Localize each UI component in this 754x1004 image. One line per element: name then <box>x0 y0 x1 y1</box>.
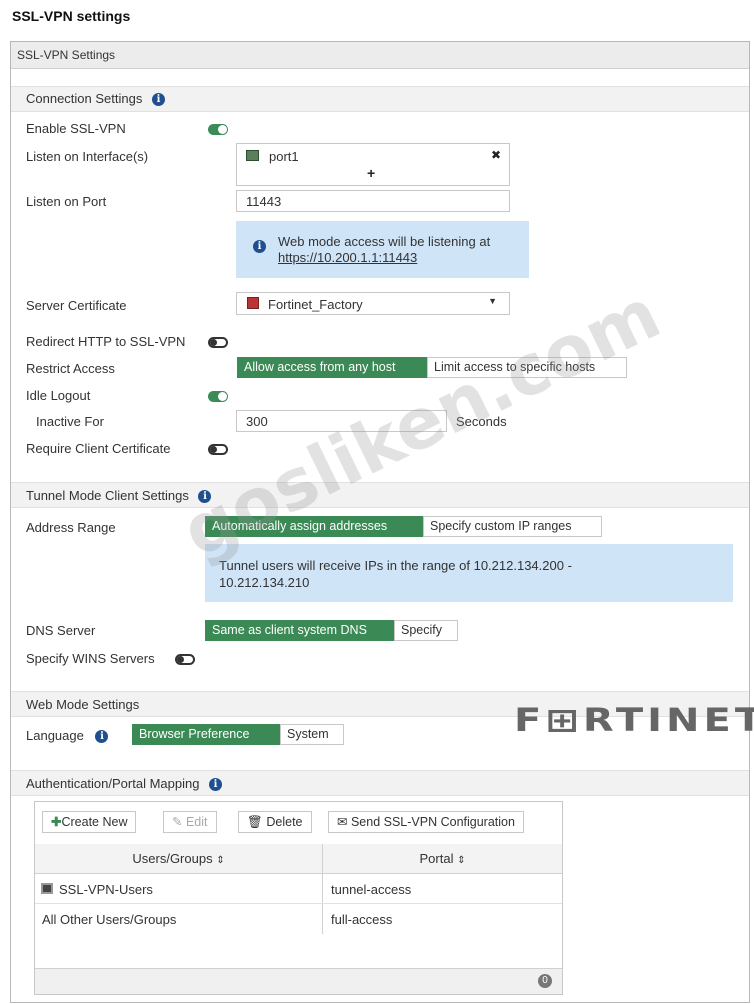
table-row[interactable]: All Other Users/Groups full-access <box>35 904 562 934</box>
edit-button[interactable]: ✎ Edit <box>163 811 217 833</box>
idle-logout-label: Idle Logout <box>26 388 91 403</box>
info-icon: i <box>253 240 266 253</box>
tunnel-section-title: Tunnel Mode Client Settings i <box>26 488 212 504</box>
add-interface-icon[interactable]: + <box>367 165 375 181</box>
server-certificate-label: Server Certificate <box>26 298 127 313</box>
redirect-http-label: Redirect HTTP to SSL-VPN <box>26 334 186 349</box>
wins-servers-toggle[interactable] <box>175 654 195 665</box>
range-info-line1: Tunnel users will receive IPs in the ran… <box>219 558 572 573</box>
row-portal: full-access <box>331 912 393 927</box>
certificate-icon <box>247 297 259 309</box>
web-mode-section-title: Web Mode Settings <box>26 697 140 712</box>
panel-title: SSL-VPN Settings <box>17 48 116 62</box>
col-portal-header[interactable]: Portal ⇕ <box>323 844 562 873</box>
sort-icon: ⇕ <box>457 855 466 866</box>
inactive-for-label: Inactive For <box>36 414 104 429</box>
restrict-access-toggle-group: Allow access from any host Limit access … <box>237 357 627 378</box>
delete-button[interactable]: 🗑 Delete <box>238 811 312 833</box>
auth-section-title: Authentication/Portal Mapping i <box>26 776 223 792</box>
range-info-line2: 10.212.134.210 <box>219 575 310 590</box>
interface-select[interactable]: port1 ✖ + <box>236 143 510 186</box>
wins-servers-label: Specify WINS Servers <box>26 651 155 666</box>
info-icon[interactable]: i <box>151 93 165 107</box>
web-mode-info-box: i Web mode access will be listening at h… <box>236 221 529 278</box>
address-range-info-box: Tunnel users will receive IPs in the ran… <box>205 544 733 602</box>
send-config-button[interactable]: ✉ Send SSL-VPN Configuration <box>328 811 524 833</box>
row-users: SSL-VPN-Users <box>59 882 153 897</box>
dns-server-toggle-group: Same as client system DNS Specify <box>205 620 458 641</box>
dns-server-label: DNS Server <box>26 623 96 638</box>
table-header: Users/Groups ⇕ Portal ⇕ <box>35 844 562 874</box>
system-language-option[interactable]: System <box>280 724 344 745</box>
idle-logout-toggle[interactable] <box>208 391 228 402</box>
page-title: SSL-VPN settings <box>12 8 131 24</box>
address-range-label: Address Range <box>26 520 116 535</box>
same-as-client-dns-option[interactable]: Same as client system DNS <box>205 620 394 641</box>
sort-icon: ⇕ <box>216 855 225 866</box>
info-icon[interactable]: i <box>198 490 212 504</box>
user-group-icon <box>41 883 53 894</box>
remove-interface-icon[interactable]: ✖ <box>491 148 501 162</box>
server-certificate-value: Fortinet_Factory <box>268 297 363 312</box>
web-mode-info-text: Web mode access will be listening at <box>278 234 491 249</box>
row-count-badge: 0 <box>538 974 552 988</box>
info-icon[interactable]: i <box>209 778 223 792</box>
enable-ssl-vpn-label: Enable SSL-VPN <box>26 121 126 136</box>
connection-section-title: Connection Settings i <box>26 91 165 107</box>
inactive-for-input[interactable]: 300 <box>236 410 447 432</box>
specify-dns-option[interactable]: Specify <box>394 620 458 641</box>
chevron-down-icon: ▼ <box>488 296 497 306</box>
inactive-for-value: 300 <box>246 414 268 429</box>
fortinet-logo: F⊞RTINET <box>514 702 754 739</box>
envelope-icon: ✉ <box>337 815 348 829</box>
pencil-icon: ✎ <box>172 815 183 829</box>
inactive-unit-label: Seconds <box>456 414 507 429</box>
listen-port-input[interactable]: 11443 <box>236 190 510 212</box>
allow-any-host-option[interactable]: Allow access from any host <box>237 357 427 378</box>
language-label: Language i <box>26 728 109 744</box>
web-mode-url-link[interactable]: https://10.200.1.1:11443 <box>278 250 417 265</box>
trash-icon: 🗑 <box>247 815 263 829</box>
listen-port-label: Listen on Port <box>26 194 107 209</box>
listen-interface-label: Listen on Interface(s) <box>26 149 149 164</box>
language-toggle-group: Browser Preference System <box>132 724 344 745</box>
listen-port-value: 11443 <box>246 194 282 209</box>
redirect-http-toggle[interactable] <box>208 337 228 348</box>
require-client-cert-label: Require Client Certificate <box>26 441 171 456</box>
row-portal: tunnel-access <box>331 882 412 897</box>
auto-assign-option[interactable]: Automatically assign addresses <box>205 516 423 537</box>
table-footer: 0 <box>35 968 562 994</box>
table-row[interactable]: SSL-VPN-Users tunnel-access <box>35 874 562 904</box>
limit-specific-hosts-option[interactable]: Limit access to specific hosts <box>427 357 627 378</box>
panel-header: SSL-VPN Settings <box>11 42 749 69</box>
browser-preference-option[interactable]: Browser Preference <box>132 724 280 745</box>
server-certificate-select[interactable]: Fortinet_Factory ▼ <box>236 292 510 315</box>
enable-ssl-vpn-toggle[interactable] <box>208 124 228 135</box>
address-range-toggle-group: Automatically assign addresses Specify c… <box>205 516 602 537</box>
col-users-header[interactable]: Users/Groups ⇕ <box>35 844 323 873</box>
row-users: All Other Users/Groups <box>42 912 177 927</box>
plus-icon: ✚ <box>51 815 62 829</box>
require-client-cert-toggle[interactable] <box>208 444 228 455</box>
custom-ip-ranges-option[interactable]: Specify custom IP ranges <box>423 516 602 537</box>
create-new-button[interactable]: ✚Create New <box>42 811 137 833</box>
restrict-access-label: Restrict Access <box>26 361 115 376</box>
port-icon <box>246 150 259 161</box>
interface-value: port1 <box>269 149 299 164</box>
info-icon[interactable]: i <box>95 730 109 744</box>
